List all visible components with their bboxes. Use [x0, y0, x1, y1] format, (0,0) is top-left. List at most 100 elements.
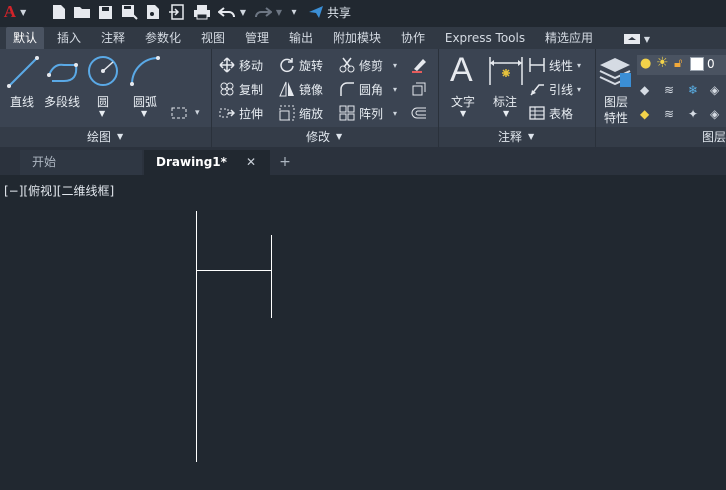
tab-default[interactable]: 默认 — [6, 27, 44, 49]
stretch-button[interactable]: 拉伸 — [218, 103, 263, 123]
tab-manage[interactable]: 管理 — [238, 27, 276, 49]
annotation-panel-title-bar[interactable]: 注释 ▼ — [439, 127, 595, 147]
ribbon-display-toggle[interactable]: ▼ — [620, 27, 654, 49]
tab-parametric[interactable]: 参数化 — [138, 27, 188, 49]
redo-button[interactable]: ▼ — [252, 2, 284, 22]
tab-express-tools[interactable]: Express Tools — [438, 27, 532, 49]
fillet-button[interactable]: 圆角 ▾ — [338, 79, 397, 99]
draw-panel-title-bar[interactable]: 绘图 ▼ — [0, 127, 211, 147]
chevron-down-icon: ▼ — [117, 132, 124, 141]
layer-tool-icon[interactable]: ≋ — [664, 107, 674, 121]
array-button[interactable]: 阵列 ▾ — [338, 103, 397, 123]
circle-icon[interactable] — [86, 54, 120, 88]
close-icon[interactable]: ✕ — [246, 150, 256, 175]
new-tab-button[interactable]: + — [274, 150, 296, 175]
chevron-down-icon: ▼ — [336, 132, 343, 141]
move-icon — [218, 56, 236, 74]
text-button[interactable]: 文字 — [451, 93, 475, 110]
circle-button[interactable]: 圆 — [97, 93, 109, 110]
chevron-down-icon: ▼ — [528, 132, 535, 141]
drawing-canvas[interactable] — [0, 175, 726, 490]
erase-button[interactable] — [410, 55, 431, 75]
scale-button[interactable]: 缩放 — [278, 103, 323, 123]
quick-access-toolbar: A ▼ ▼ ▼ ▾ 共享 — [0, 0, 726, 26]
layer-properties-label-2[interactable]: 特性 — [604, 109, 628, 126]
tab-insert[interactable]: 插入 — [50, 27, 88, 49]
move-button[interactable]: 移动 — [218, 55, 263, 75]
minimize-ribbon-icon — [624, 33, 640, 44]
linear-dimension-icon — [528, 56, 546, 74]
offset-button[interactable] — [410, 103, 431, 123]
layer-dropdown[interactable]: ● ☀ 🔓︎ 0 — [637, 55, 726, 75]
tab-collaborate[interactable]: 协作 — [394, 27, 432, 49]
scale-icon — [278, 104, 296, 122]
mirror-label: 镜像 — [299, 82, 324, 97]
polyline-icon[interactable] — [46, 57, 80, 87]
mirror-button[interactable]: 镜像 — [278, 79, 323, 99]
chevron-down-icon[interactable]: ▼ — [99, 109, 105, 118]
chevron-down-icon: ▼ — [239, 7, 247, 17]
save-icon[interactable] — [96, 2, 114, 22]
chevron-down-icon[interactable]: ▼ — [503, 109, 509, 118]
tab-featured-apps[interactable]: 精选应用 — [538, 27, 600, 49]
share-button[interactable]: 共享 — [327, 4, 351, 21]
trim-button[interactable]: 修剪 ▾ — [338, 55, 397, 75]
save-as-icon[interactable] — [120, 2, 138, 22]
stretch-icon — [218, 104, 236, 122]
rectangle-tool[interactable]: ▾ — [170, 103, 200, 123]
export-icon[interactable] — [168, 2, 186, 22]
new-file-icon[interactable] — [50, 2, 68, 22]
application-menu-button[interactable]: A ▼ — [2, 2, 28, 22]
layer-tool-icon[interactable]: ◈ — [710, 83, 719, 97]
layer-tool-icon[interactable]: ≋ — [664, 83, 674, 97]
rotate-button[interactable]: 旋转 — [278, 55, 323, 75]
current-layer-name: 0 — [707, 57, 715, 71]
tab-drawing1[interactable]: Drawing1* ✕ — [144, 150, 270, 175]
viewport-controls[interactable]: [−][俯视][二维线框] — [4, 182, 114, 199]
arc-button[interactable]: 圆弧 — [133, 93, 157, 110]
ribbon-panel-area: 直线 多段线 圆 ▼ 圆弧 ▼ ▾ ▾ ▾ 绘图 ▼ 移动 — [0, 49, 726, 168]
array-icon — [338, 104, 356, 122]
tab-view[interactable]: 视图 — [194, 27, 232, 49]
dimension-icon[interactable] — [488, 55, 524, 87]
tab-output[interactable]: 输出 — [282, 27, 320, 49]
layer-properties-icon[interactable] — [598, 55, 632, 89]
chevron-down-icon[interactable]: ▼ — [141, 109, 147, 118]
share-icon[interactable] — [306, 2, 326, 22]
arc-icon[interactable] — [128, 54, 162, 88]
leader-label: 引线 — [549, 82, 574, 97]
mirror-icon — [278, 80, 296, 98]
layer-tool-icon[interactable]: ◈ — [710, 107, 719, 121]
text-icon[interactable]: A — [450, 51, 473, 90]
layer-color-swatch — [690, 57, 704, 71]
dimension-button[interactable]: 标注 — [493, 93, 517, 110]
fillet-label: 圆角 — [359, 82, 384, 97]
tab-annotate[interactable]: 注释 — [94, 27, 132, 49]
customize-toolbar-dropdown[interactable]: ▾ — [287, 2, 301, 22]
plot-to-file-icon[interactable] — [144, 2, 162, 22]
layer-tool-icon[interactable]: ❄ — [688, 83, 698, 97]
tab-start[interactable]: 开始 — [20, 150, 142, 175]
open-folder-icon[interactable] — [72, 2, 92, 22]
polyline-button[interactable]: 多段线 — [44, 93, 80, 110]
chevron-down-icon[interactable]: ▼ — [460, 109, 466, 118]
print-icon[interactable] — [192, 2, 212, 22]
leader-button[interactable]: 引线 ▾ — [528, 79, 581, 99]
layer-properties-label-1[interactable]: 图层 — [604, 93, 628, 110]
layer-tool-icon[interactable]: ✦ — [688, 107, 698, 121]
table-button[interactable]: 表格 — [528, 103, 573, 123]
layer-tool-icon[interactable]: ◆ — [640, 107, 649, 121]
modify-panel-title-bar[interactable]: 修改 ▼ — [212, 127, 438, 147]
copy-button[interactable]: 复制 — [218, 79, 263, 99]
line-button[interactable]: 直线 — [10, 93, 34, 110]
line-icon[interactable] — [6, 55, 40, 89]
explode-button[interactable] — [410, 79, 431, 99]
redo-icon — [254, 7, 272, 18]
layers-panel-title-bar[interactable]: 图层 — [596, 127, 726, 147]
tab-addins[interactable]: 附加模块 — [326, 27, 388, 49]
linear-dimension-button[interactable]: 线性 ▾ — [528, 55, 581, 75]
chevron-down-icon: ▼ — [643, 35, 650, 44]
undo-button[interactable]: ▼ — [216, 2, 248, 22]
layer-tool-icon[interactable]: ◆ — [640, 83, 649, 97]
undo-icon — [217, 7, 235, 18]
